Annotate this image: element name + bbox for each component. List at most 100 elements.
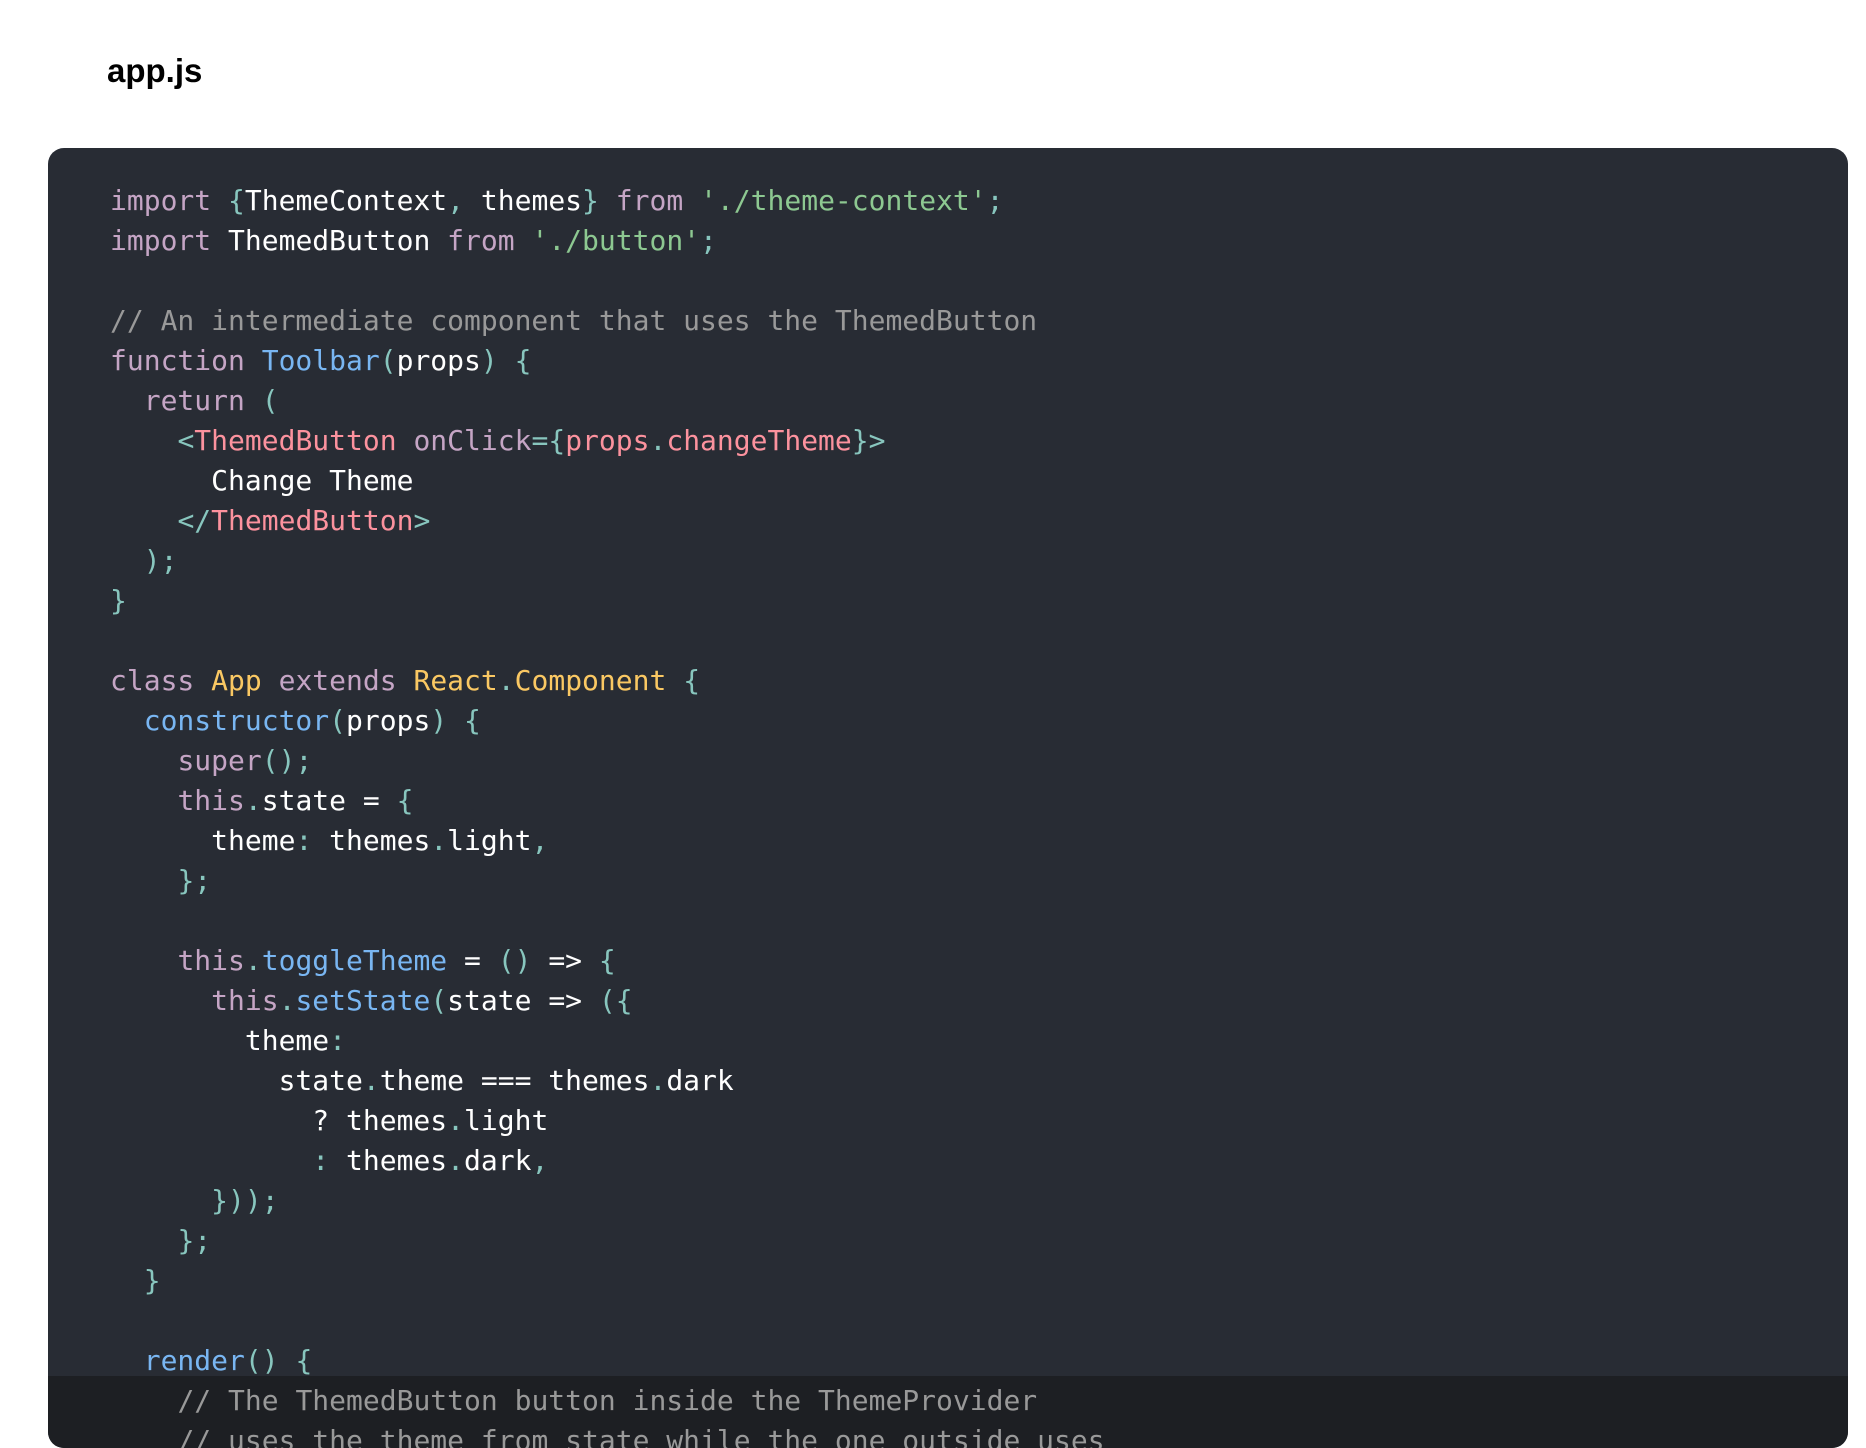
code-line: }));	[110, 1181, 1105, 1221]
code-token: state =>	[447, 984, 599, 1017]
code-token: };	[177, 864, 212, 897]
code-line: };	[110, 1221, 1105, 1261]
code-line: return (	[110, 381, 1105, 421]
code-line: : themes.dark,	[110, 1141, 1105, 1181]
code-line: Change Theme	[110, 461, 1105, 501]
code-token: light	[464, 1104, 549, 1137]
code-line: // uses the theme from state while the o…	[110, 1421, 1105, 1448]
code-token: {	[228, 184, 245, 217]
code-token: =	[531, 424, 549, 457]
code-token: )	[480, 344, 498, 377]
code-token: }	[143, 1264, 161, 1297]
code-token: './button'	[531, 224, 701, 257]
code-token: ()	[244, 1344, 279, 1377]
code-token: (	[379, 344, 397, 377]
code-token: :	[312, 1144, 330, 1177]
code-token: render	[143, 1344, 245, 1377]
code-token: // uses the theme from state while the o…	[177, 1424, 1105, 1448]
code-line: );	[110, 541, 1105, 581]
code-block: import {ThemeContext, themes} from './th…	[48, 148, 1848, 1448]
code-token: (	[261, 384, 279, 417]
code-token: =>	[531, 944, 599, 977]
code-token: :	[329, 1024, 347, 1057]
code-token: from	[447, 224, 515, 257]
code-line: super();	[110, 741, 1105, 781]
code-token: (	[430, 984, 448, 1017]
code-token: theme === themes	[379, 1064, 650, 1097]
code-token: </	[177, 504, 212, 537]
code-token: from	[615, 184, 684, 217]
code-token: onClick	[413, 424, 532, 457]
code-token: light	[447, 824, 532, 857]
code-token: .	[447, 1144, 465, 1177]
code-token: .	[430, 824, 448, 857]
code-token: props	[565, 424, 650, 457]
code-token: .	[497, 664, 515, 697]
code-token: .	[362, 1064, 380, 1097]
code-token: return	[143, 384, 245, 417]
code-token: ,	[531, 824, 549, 857]
code-token: .	[649, 424, 667, 457]
code-token: {	[598, 944, 616, 977]
code-line: constructor(props) {	[110, 701, 1105, 741]
code-line: theme: themes.light,	[110, 821, 1105, 861]
code-token: ? themes	[110, 1104, 448, 1137]
code-token: {	[514, 344, 532, 377]
code-token: super	[177, 744, 262, 777]
code-token: {	[548, 424, 566, 457]
code-line: </ThemedButton>	[110, 501, 1105, 541]
code-token: );	[143, 544, 178, 577]
code-token: './theme-context'	[700, 184, 987, 217]
code-token: dark	[464, 1144, 532, 1177]
code-token: props	[396, 344, 481, 377]
code-line: render() {	[110, 1341, 1105, 1381]
code-line: function Toolbar(props) {	[110, 341, 1105, 381]
code-token: Component	[514, 664, 667, 697]
code-token: .	[278, 984, 296, 1017]
code-token: .	[649, 1064, 667, 1097]
code-token: {	[464, 704, 481, 737]
code-token: >	[413, 504, 431, 537]
code-token: constructor	[143, 704, 330, 737]
code-token: this	[177, 944, 245, 977]
code-token: props	[346, 704, 431, 737]
code-token: setState	[295, 984, 431, 1017]
code-token: class	[110, 664, 195, 697]
code-token: import	[110, 184, 212, 217]
code-token: App	[211, 664, 262, 697]
code-line: this.setState(state => ({	[110, 981, 1105, 1021]
code-token: this	[211, 984, 279, 1017]
code-token: }));	[211, 1184, 279, 1217]
code-token: {	[295, 1344, 313, 1377]
code-token: toggleTheme	[261, 944, 448, 977]
code-line: this.toggleTheme = () => {	[110, 941, 1105, 981]
code-line: // An intermediate component that uses t…	[110, 301, 1105, 341]
code-token: .	[244, 944, 262, 977]
code-line: theme:	[110, 1021, 1105, 1061]
code-token: theme	[110, 1024, 330, 1057]
code-line: this.state = {	[110, 781, 1105, 821]
code-token: ;	[986, 184, 1004, 217]
code-line: import ThemedButton from './button';	[110, 221, 1105, 261]
code-token: ()	[497, 944, 532, 977]
